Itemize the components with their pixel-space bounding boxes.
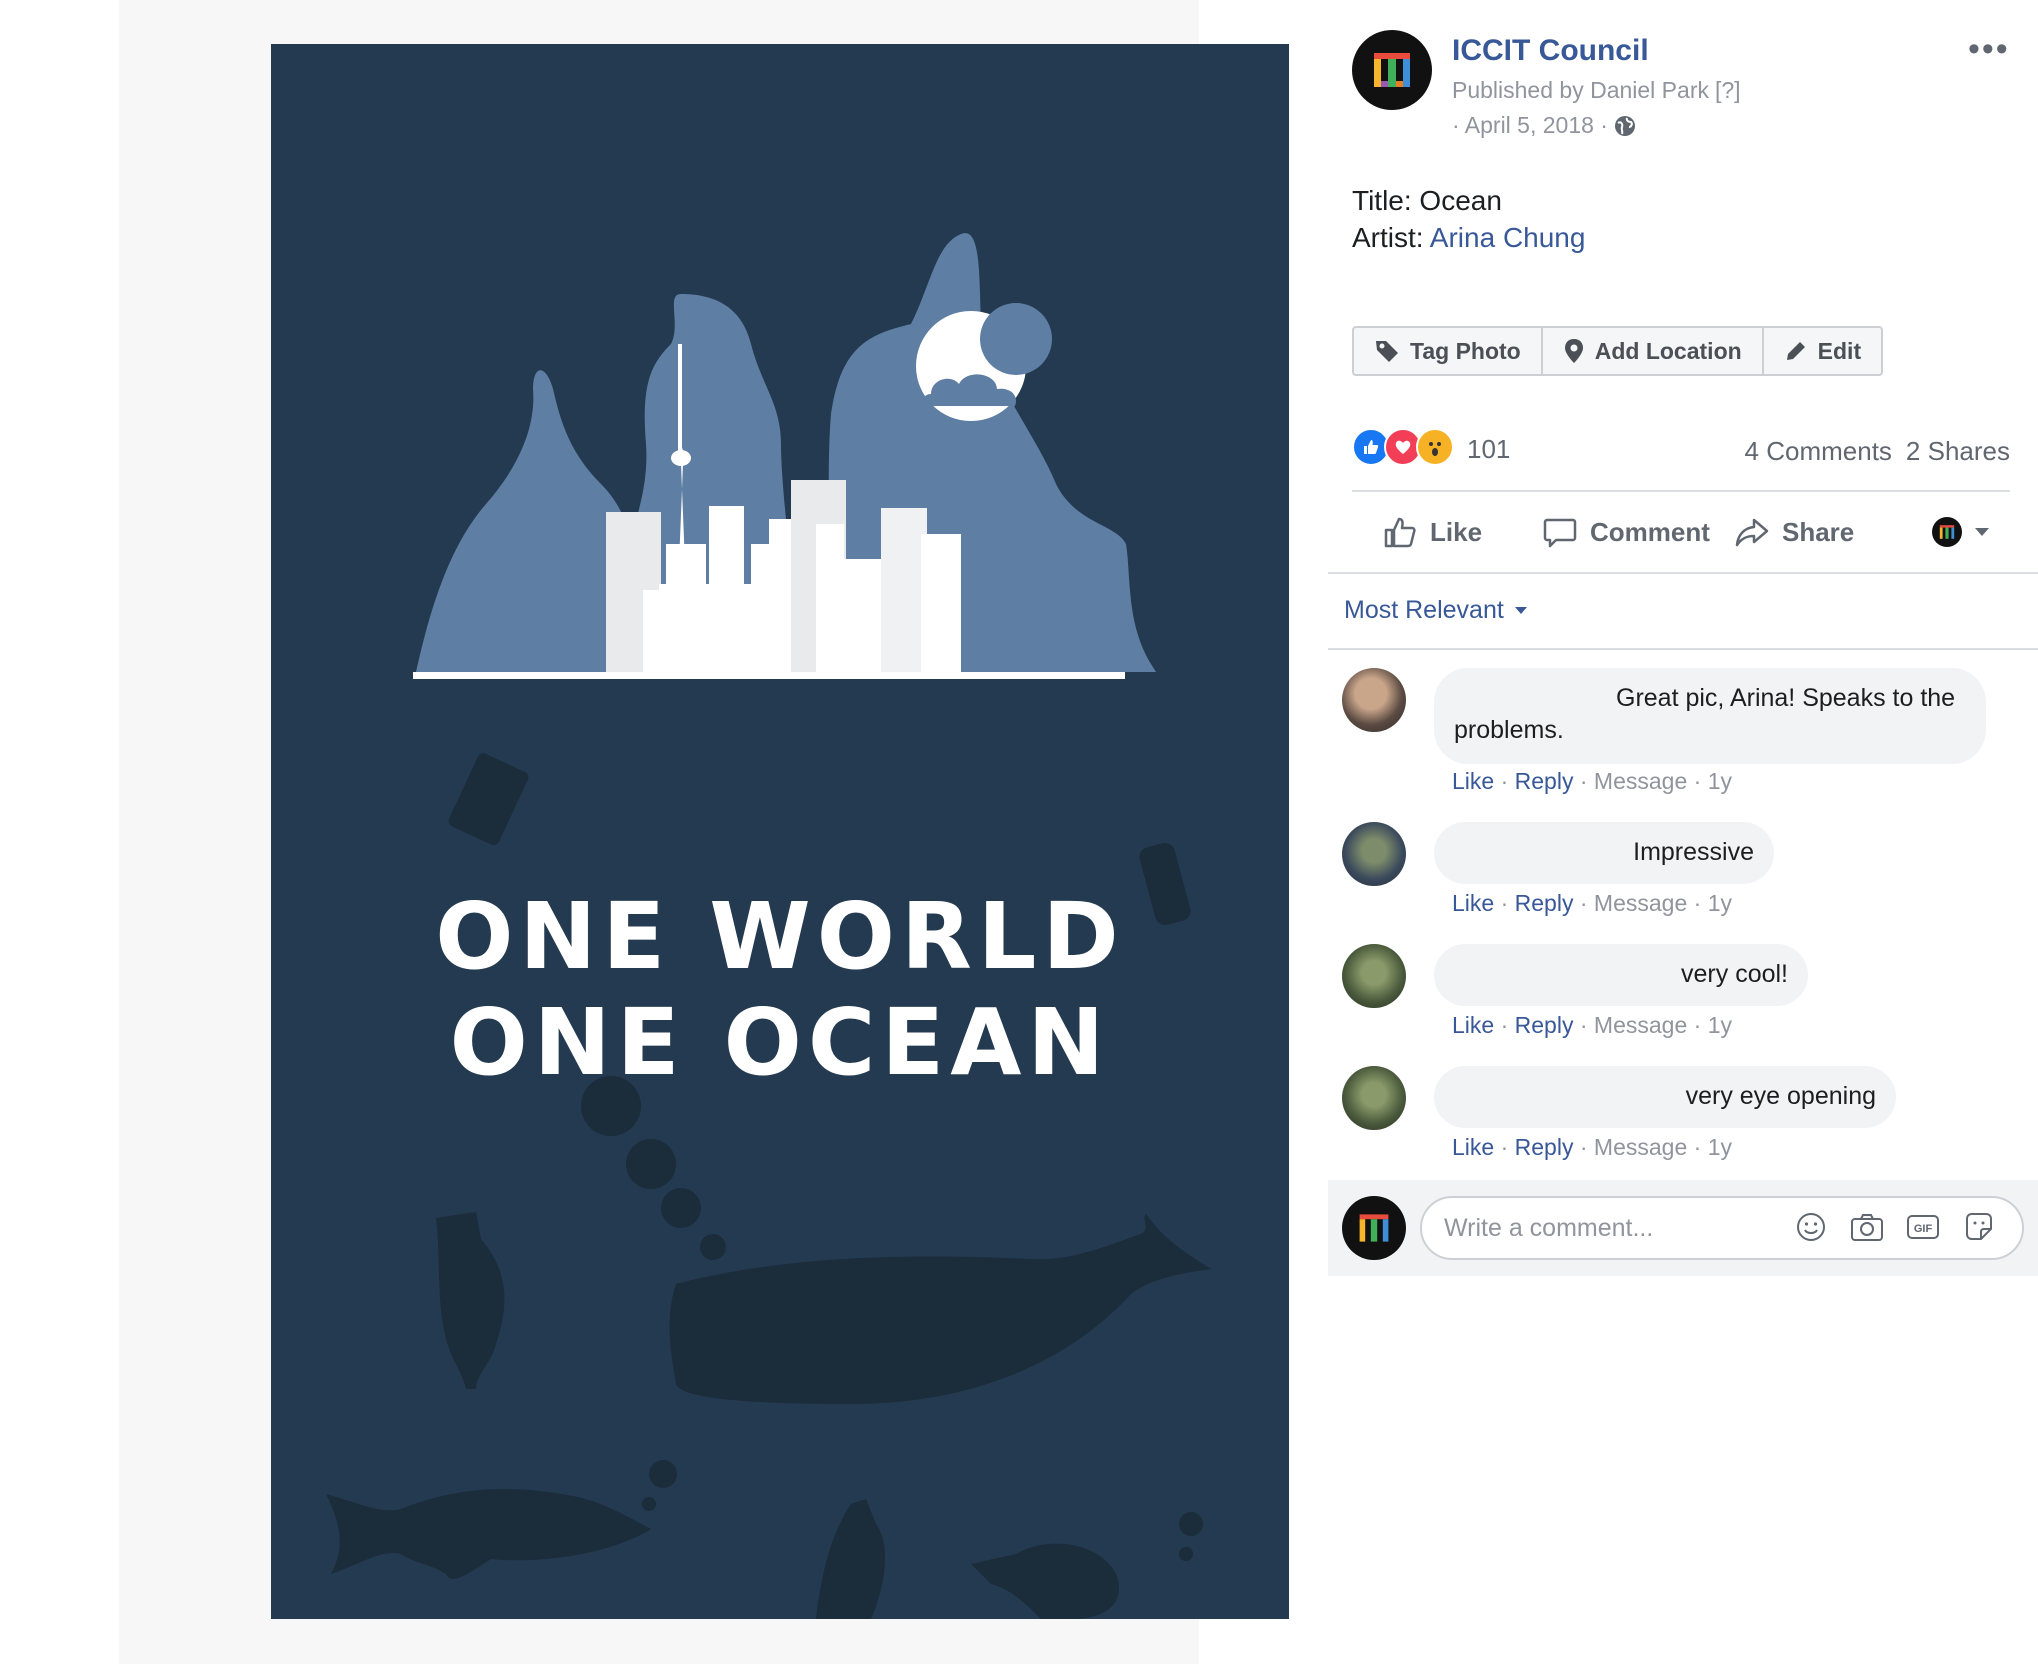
comment-age[interactable]: 1y (1708, 1012, 1732, 1038)
reaction-icons[interactable] (1352, 428, 1454, 466)
comment-age[interactable]: 1y (1708, 1134, 1732, 1160)
post-date[interactable]: · April 5, 2018 · (1452, 112, 1608, 139)
comment-bubble: very cool! (1434, 944, 1808, 1006)
thumbs-up-icon (1384, 517, 1416, 548)
comment-reply-link[interactable]: Reply (1515, 1012, 1574, 1038)
gif-icon[interactable]: GIF (1906, 1210, 1940, 1244)
camera-icon[interactable] (1850, 1210, 1884, 1244)
fish-silhouette (326, 1489, 651, 1579)
comment-bubble: very eye opening (1434, 1066, 1896, 1128)
published-by: Published by Daniel Park [?] (1452, 77, 1741, 104)
edit-label: Edit (1817, 337, 1862, 364)
caption-title: Title: Ocean (1352, 185, 1502, 216)
tag-icon (1376, 341, 1398, 362)
location-pin-icon (1564, 339, 1583, 363)
reaction-count[interactable]: 101 (1467, 434, 1510, 465)
pencil-icon (1786, 342, 1805, 360)
comment-age[interactable]: 1y (1708, 890, 1732, 916)
comment-bubble-icon (1543, 518, 1577, 548)
reactions-summary: 101 4 Comments 2 Shares (1352, 428, 2010, 470)
shares-count-link[interactable]: 2 Shares (1906, 436, 2010, 466)
caption-artist-prefix: Artist: (1352, 222, 1430, 253)
share-label: Share (1782, 516, 1855, 547)
comment-label: Comment (1590, 516, 1710, 547)
sticker-icon[interactable] (1962, 1210, 1996, 1244)
commenter-avatar[interactable] (1342, 944, 1406, 1008)
divider (1328, 572, 2038, 574)
artist-link[interactable]: Arina Chung (1430, 222, 1586, 253)
comment-actions: Like · Reply · Message · 1y (1452, 1012, 1732, 1038)
published-help-link[interactable]: [?] (1715, 77, 1741, 103)
comment-actions: Like · Reply · Message · 1y (1452, 890, 1732, 916)
add-location-label: Add Location (1594, 337, 1742, 364)
comment-message-link[interactable]: Message (1594, 1012, 1687, 1038)
comment-like-link[interactable]: Like (1452, 768, 1494, 794)
tag-photo-label: Tag Photo (1410, 337, 1521, 364)
comment-age[interactable]: 1y (1708, 768, 1732, 794)
comment-message-link[interactable]: Message (1594, 768, 1687, 794)
comment-actions: Like · Reply · Message · 1y (1452, 1134, 1732, 1160)
whale-silhouette (669, 1214, 1211, 1404)
comment-button[interactable]: Comment (1542, 508, 1710, 556)
comment-like-link[interactable]: Like (1452, 1134, 1494, 1160)
edit-button[interactable]: Edit (1764, 328, 1881, 374)
commenter-avatar[interactable] (1342, 822, 1406, 886)
svg-text:GIF: GIF (1914, 1223, 1933, 1235)
composer-avatar (1342, 1196, 1406, 1260)
wow-reaction-icon (1416, 428, 1454, 466)
iccit-logo-icon (1359, 1214, 1389, 1242)
comment-actions: Like · Reply · Message · 1y (1452, 768, 1732, 794)
commenter-avatar[interactable] (1342, 668, 1406, 732)
comment-like-link[interactable]: Like (1452, 890, 1494, 916)
poster-image[interactable]: ONE WORLD ONE OCEAN (271, 44, 1289, 1619)
globe-icon[interactable] (1614, 115, 1636, 137)
page-name-link[interactable]: ICCIT Council (1452, 34, 1649, 68)
post-date-line: · April 5, 2018 · (1452, 112, 1636, 139)
selected-page-avatar (1932, 517, 1962, 547)
comment-reply-link[interactable]: Reply (1515, 1134, 1574, 1160)
share-button[interactable]: Share (1734, 508, 1854, 556)
poster-headline-line2: ONE OCEAN (449, 989, 1111, 1096)
comments-count-link[interactable]: 4 Comments (1745, 436, 1892, 466)
poster-headline: ONE WORLD ONE OCEAN (271, 884, 1289, 1096)
post-panel: ICCIT Council Published by Daniel Park [?… (1328, 0, 2038, 1664)
comment-message-link[interactable]: Message (1594, 890, 1687, 916)
composer-tools: GIF (1794, 1210, 1996, 1244)
ground-line (413, 672, 1125, 679)
more-options-button[interactable]: ••• (1968, 30, 2010, 69)
caret-down-icon (1975, 528, 1989, 536)
caret-down-icon (1514, 607, 1527, 614)
poster-headline-line1: ONE WORLD (435, 883, 1125, 990)
comment-sort-label: Most Relevant (1344, 596, 1504, 624)
comment-reply-link[interactable]: Reply (1515, 768, 1574, 794)
caption-artist-line: Artist: Arina Chung (1352, 219, 1585, 256)
divider (1352, 490, 2010, 492)
share-arrow-icon (1735, 518, 1769, 547)
ocean-silhouettes (326, 753, 1211, 1619)
comment-bubble: Great pic, Arina! Speaks to the problems… (1434, 668, 1986, 764)
commenter-avatar[interactable] (1342, 1066, 1406, 1130)
tag-photo-button[interactable]: Tag Photo (1354, 328, 1543, 374)
published-by-text: Published by Daniel Park (1452, 77, 1709, 103)
iccit-logo-icon (1374, 53, 1410, 87)
photo-viewer: ONE WORLD ONE OCEAN (119, 0, 1289, 1664)
post-action-bar: Like Comment Share (1352, 508, 2010, 560)
comment-reply-link[interactable]: Reply (1515, 890, 1574, 916)
comment-like-link[interactable]: Like (1452, 1012, 1494, 1038)
divider (1328, 648, 2038, 650)
comment-bubble: Impressive (1434, 822, 1774, 884)
poster-artwork (326, 233, 1211, 1619)
comment-message-link[interactable]: Message (1594, 1134, 1687, 1160)
photo-action-group: Tag Photo Add Location Edit (1352, 326, 1884, 376)
iccit-logo-icon (1939, 525, 1955, 539)
page-avatar[interactable] (1352, 30, 1432, 110)
like-button[interactable]: Like (1382, 508, 1482, 556)
emoji-icon[interactable] (1794, 1210, 1828, 1244)
add-location-button[interactable]: Add Location (1543, 328, 1764, 374)
engagement-counts: 4 Comments 2 Shares (1745, 436, 2010, 467)
post-as-selector[interactable] (1932, 508, 1990, 556)
post-caption: Title: Ocean Artist: Arina Chung (1352, 182, 1585, 256)
comment-sort-dropdown[interactable]: Most Relevant (1344, 596, 1528, 625)
like-label: Like (1430, 516, 1483, 547)
